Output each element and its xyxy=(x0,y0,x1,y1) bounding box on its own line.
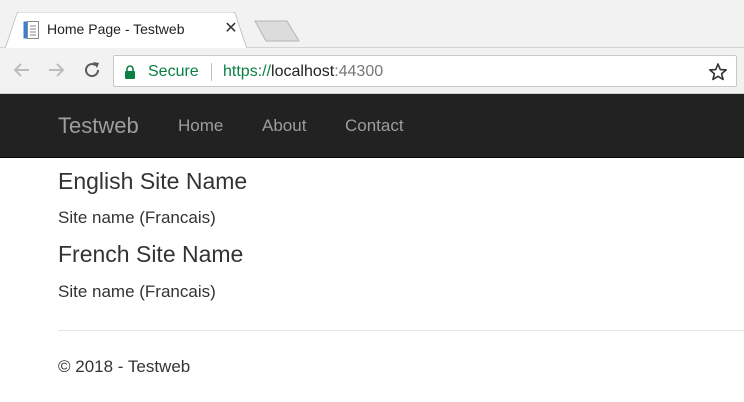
browser-toolbar: Secure https://localhost:44300 xyxy=(0,48,744,94)
footer-copyright: © 2018 - Testweb xyxy=(58,357,191,376)
browser-tab-strip: Home Page - Testweb ✕ xyxy=(0,0,744,49)
close-tab-icon[interactable]: ✕ xyxy=(223,20,239,38)
french-site-name-value: Site name (Francais) xyxy=(58,282,216,301)
url-port: :44300 xyxy=(334,63,384,80)
footer-divider xyxy=(58,330,744,331)
nav-link-home[interactable]: Home xyxy=(178,116,223,136)
new-tab-button[interactable] xyxy=(254,20,300,42)
address-bar[interactable]: Secure https://localhost:44300 xyxy=(113,55,737,87)
english-site-name-value: Site name (Francais) xyxy=(58,208,216,227)
forward-arrow-icon[interactable] xyxy=(46,60,66,80)
english-site-name-heading: English Site Name xyxy=(58,168,248,194)
site-brand-link[interactable]: Testweb xyxy=(58,113,139,139)
nav-link-about[interactable]: About xyxy=(262,116,306,136)
site-navbar: Testweb Home About Contact xyxy=(0,94,744,158)
back-arrow-icon[interactable] xyxy=(12,60,32,80)
url-host: localhost xyxy=(271,63,335,80)
address-separator xyxy=(211,63,212,81)
french-site-name-heading: French Site Name xyxy=(58,241,244,267)
lock-icon xyxy=(125,65,135,79)
browser-tab[interactable]: Home Page - Testweb ✕ xyxy=(5,12,247,49)
page-icon xyxy=(23,21,39,39)
url-scheme: https:// xyxy=(223,63,272,80)
secure-label: Secure xyxy=(148,63,199,80)
bookmark-star-icon[interactable] xyxy=(708,62,728,82)
nav-link-contact[interactable]: Contact xyxy=(345,116,404,136)
reload-icon[interactable] xyxy=(82,60,102,80)
url-text: https://localhost:44300 xyxy=(223,63,383,81)
tab-title: Home Page - Testweb xyxy=(47,21,185,37)
